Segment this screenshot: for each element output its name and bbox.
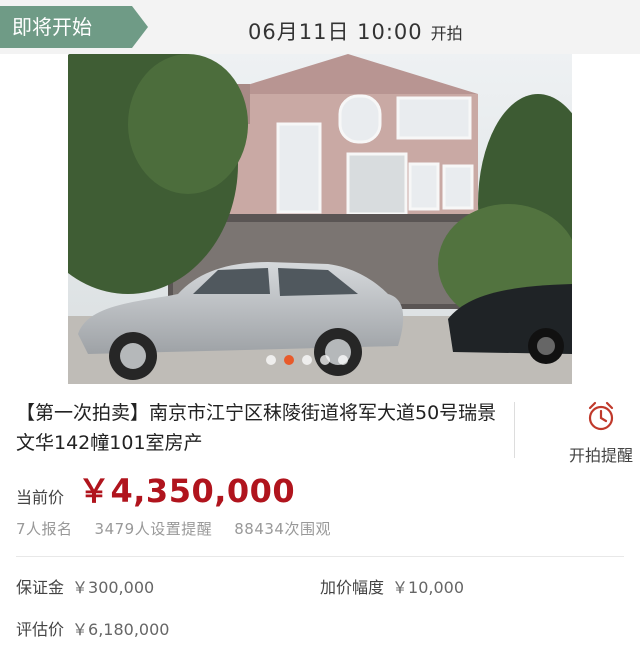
gallery-dot[interactable] — [302, 355, 312, 365]
gallery-dot[interactable] — [320, 355, 330, 365]
current-price-label: 当前价 — [16, 488, 65, 507]
section-divider — [16, 556, 624, 557]
gallery-dot-active[interactable] — [284, 355, 294, 365]
house-photo-image — [68, 54, 572, 384]
start-time-suffix: 开拍 — [430, 24, 463, 43]
deposit-label: 保证金 — [16, 578, 65, 597]
appraisal-row: 评估价 ￥6,180,000 — [16, 616, 169, 640]
current-price-value: ￥4,350,000 — [78, 472, 296, 510]
signup-count: 7人报名 — [16, 520, 73, 538]
listing-title: 【第一次拍卖】南京市江宁区秣陵街道将军大道50号瑞景文华142幢101室房产 — [16, 402, 497, 454]
gallery-dot[interactable] — [266, 355, 276, 365]
increment-label: 加价幅度 — [320, 578, 385, 597]
title-divider — [514, 402, 515, 458]
deposit-row: 保证金 ￥300,000 — [16, 574, 154, 598]
deposit-value: ￥300,000 — [72, 578, 155, 597]
appraisal-value: ￥6,180,000 — [72, 620, 170, 639]
increment-row: 加价幅度 ￥10,000 — [320, 574, 464, 598]
auction-stats: 7人报名 3479人设置提醒 88434次围观 — [16, 518, 353, 539]
auction-banner: 即将开始 06月11日 10:00 开拍 — [0, 0, 640, 54]
start-reminder-button[interactable]: 开拍提醒 — [556, 400, 640, 466]
reminder-label: 开拍提醒 — [568, 446, 633, 465]
appraisal-label: 评估价 — [16, 620, 65, 639]
alarm-clock-icon — [588, 401, 614, 431]
increment-value: ￥10,000 — [392, 578, 465, 597]
status-badge: 即将开始 — [0, 6, 148, 48]
gallery-pagination[interactable] — [266, 355, 348, 365]
property-photo[interactable] — [68, 54, 572, 384]
reminder-count: 3479人设置提醒 — [94, 520, 213, 538]
gallery-dot[interactable] — [338, 355, 348, 365]
view-count: 88434次围观 — [234, 520, 331, 538]
start-time: 06月11日 10:00 开拍 — [248, 16, 463, 46]
start-time-value: 06月11日 10:00 — [248, 20, 423, 44]
